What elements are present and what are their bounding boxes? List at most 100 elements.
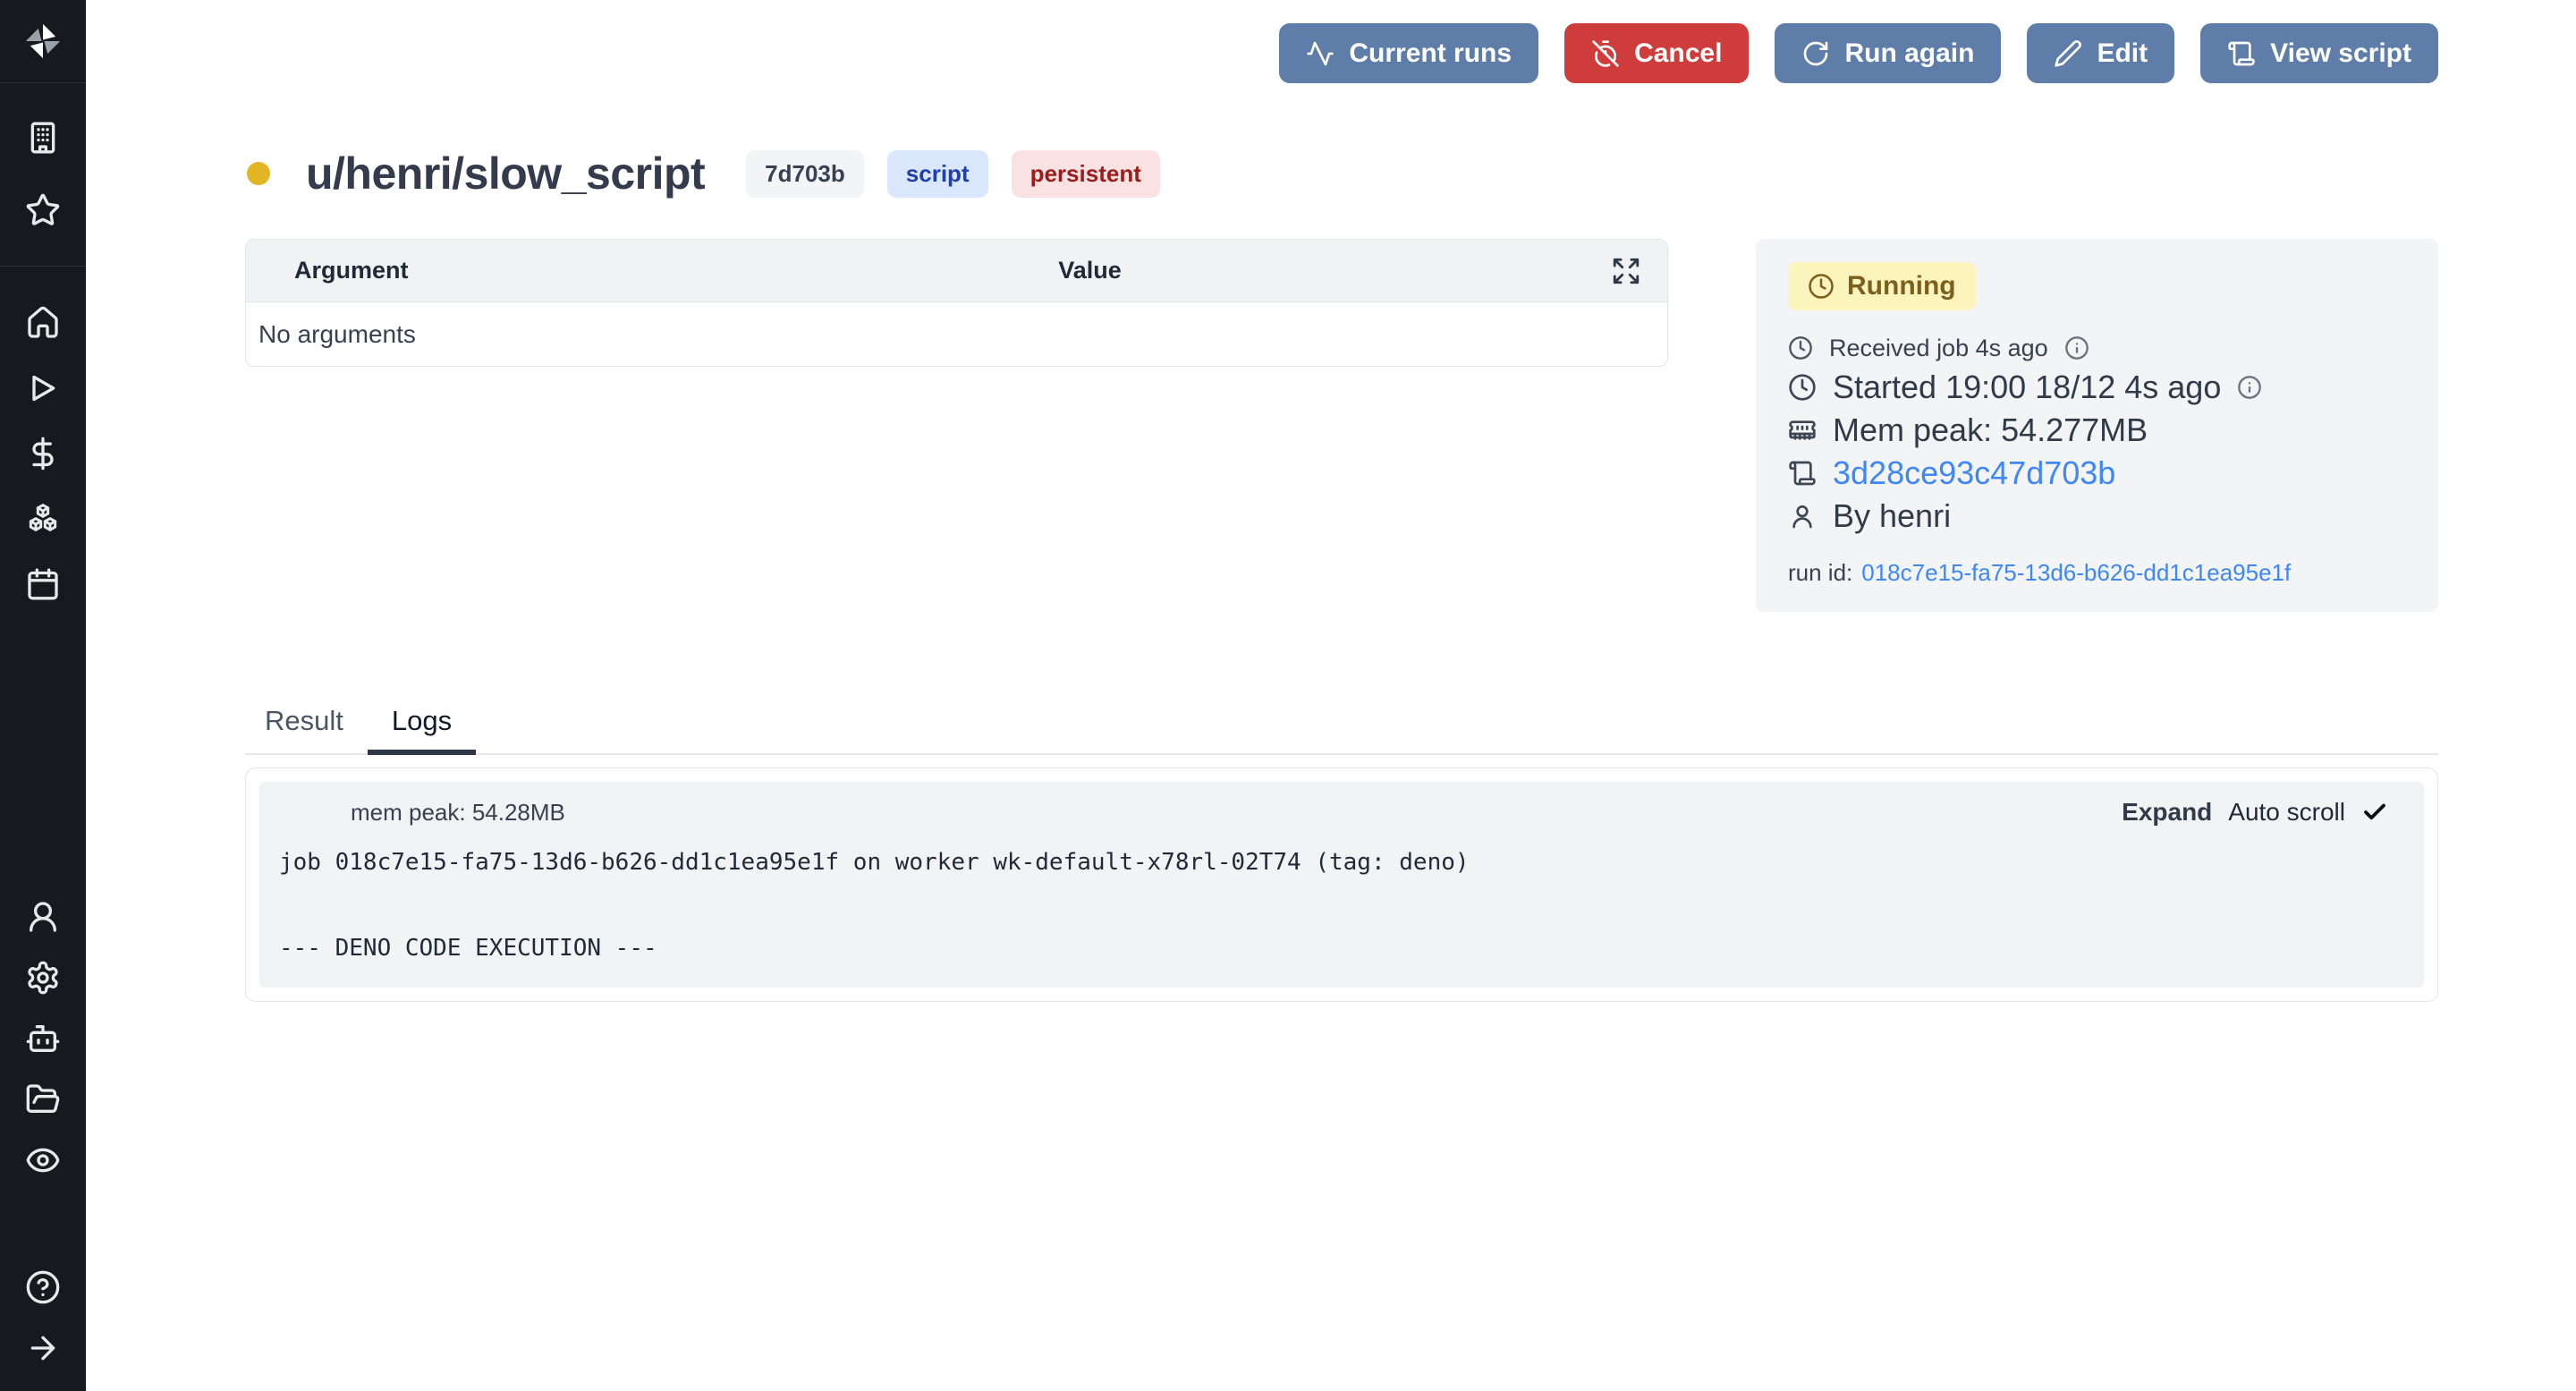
running-status-label: Running — [1847, 271, 1956, 301]
app-window: Current runs Cancel Run again Edit View … — [0, 0, 2576, 1391]
sidebar-item-resources[interactable] — [0, 486, 86, 551]
logs-controls: Expand Auto scroll — [2122, 798, 2404, 827]
tab-result[interactable]: Result — [245, 705, 368, 753]
edit-label: Edit — [2097, 38, 2148, 69]
result-logs-tabs: Result Logs — [245, 705, 2438, 755]
robot-icon — [25, 1021, 61, 1056]
building-icon — [25, 120, 61, 156]
sidebar-item-help[interactable] — [0, 1257, 86, 1318]
sidebar-item-folders[interactable] — [0, 1069, 86, 1130]
logs-card: mem peak: 54.28MB Expand Auto scroll job… — [245, 768, 2438, 1002]
run-status-panel: Running Received job 4s ago Started 19:0… — [1756, 239, 2438, 612]
current-runs-button[interactable]: Current runs — [1279, 23, 1538, 83]
mem-peak-text: Mem peak: 54.277MB — [1833, 411, 2148, 449]
triggered-by-text: By henri — [1833, 497, 1951, 535]
scroll-icon — [1788, 459, 1817, 488]
log-line — [279, 884, 2404, 927]
main-content: Current runs Cancel Run again Edit View … — [86, 0, 2576, 1391]
received-job-row: Received job 4s ago — [1788, 330, 2406, 366]
page-title: u/henri/slow_script — [306, 148, 705, 199]
logs-expand-button[interactable]: Expand — [2122, 798, 2212, 827]
info-icon[interactable] — [2064, 335, 2089, 360]
boxes-icon — [25, 501, 61, 537]
arguments-empty-row: No arguments — [246, 302, 1667, 366]
home-icon — [25, 305, 61, 341]
log-line: --- DENO CODE EXECUTION --- — [279, 927, 2404, 970]
sidebar-item-settings[interactable] — [0, 947, 86, 1008]
run-id-link[interactable]: 018c7e15-fa75-13d6-b626-dd1c1ea95e1f — [1861, 559, 2291, 587]
cancel-button[interactable]: Cancel — [1564, 23, 1749, 83]
expand-icon — [1611, 256, 1641, 286]
folder-open-icon — [25, 1081, 61, 1117]
log-line: job 018c7e15-fa75-13d6-b626-dd1c1ea95e1f… — [279, 841, 2404, 884]
eye-icon — [25, 1142, 61, 1178]
play-icon — [25, 370, 61, 406]
status-dot — [247, 162, 270, 185]
log-output: job 018c7e15-fa75-13d6-b626-dd1c1ea95e1f… — [279, 841, 2404, 970]
arrow-right-icon — [25, 1330, 61, 1366]
sidebar-expand-toggle[interactable] — [0, 1318, 86, 1378]
tab-logs[interactable]: Logs — [368, 705, 476, 753]
argument-column-header: Argument — [246, 257, 595, 284]
script-hash-row: 3d28ce93c47d703b — [1788, 452, 2406, 495]
logs-panel: mem peak: 54.28MB Expand Auto scroll job… — [259, 782, 2424, 988]
help-circle-icon — [25, 1269, 61, 1305]
run-overview-row: Argument Value No arguments Running Rece… — [245, 239, 2438, 612]
clock-icon — [1788, 335, 1813, 360]
logs-mem-peak: mem peak: 54.28MB — [351, 799, 565, 827]
refresh-icon — [1801, 39, 1830, 68]
view-script-button[interactable]: View script — [2200, 23, 2438, 83]
sidebar-item-workspace[interactable] — [0, 105, 86, 170]
clock-icon — [1788, 373, 1817, 402]
sidebar-item-home[interactable] — [0, 290, 86, 355]
user-icon — [25, 899, 61, 935]
action-toolbar: Current runs Cancel Run again Edit View … — [245, 23, 2438, 83]
arguments-table: Argument Value No arguments — [245, 239, 1668, 367]
sidebar-item-schedules[interactable] — [0, 551, 86, 616]
current-runs-label: Current runs — [1349, 38, 1512, 69]
hash-badge: 7d703b — [746, 150, 864, 198]
clock-icon — [1808, 273, 1835, 300]
kind-badge: script — [887, 150, 988, 198]
user-icon — [1788, 502, 1817, 530]
calendar-icon — [25, 566, 61, 602]
running-status-badge: Running — [1788, 262, 1976, 310]
pen-icon — [2054, 39, 2082, 68]
timer-off-icon — [1591, 39, 1620, 68]
persistent-badge: persistent — [1012, 150, 1160, 198]
dollar-icon — [25, 436, 61, 471]
received-job-text: Received job 4s ago — [1829, 335, 2048, 362]
star-icon — [25, 192, 61, 228]
started-row: Started 19:00 18/12 4s ago — [1788, 366, 2406, 409]
auto-scroll-label[interactable]: Auto scroll — [2228, 798, 2345, 827]
title-badges: 7d703b script persistent — [746, 150, 1160, 198]
arguments-table-header: Argument Value — [246, 240, 1667, 302]
script-hash-link[interactable]: 3d28ce93c47d703b — [1833, 454, 2115, 492]
auto-scroll-checkbox[interactable] — [2361, 799, 2388, 826]
cancel-label: Cancel — [1634, 38, 1722, 69]
sidebar-item-users[interactable] — [0, 886, 86, 947]
run-id-row: run id: 018c7e15-fa75-13d6-b626-dd1c1ea9… — [1788, 559, 2406, 587]
script-title-row: u/henri/slow_script 7d703b script persis… — [245, 148, 2438, 199]
windmill-logo-icon — [22, 21, 64, 62]
sidebar-admin-nav — [0, 886, 86, 1391]
run-again-button[interactable]: Run again — [1775, 23, 2001, 83]
info-icon[interactable] — [2237, 375, 2262, 400]
triggered-by-row: By henri — [1788, 495, 2406, 538]
activity-icon — [1306, 39, 1335, 68]
sidebar-item-workers[interactable] — [0, 1008, 86, 1069]
windmill-logo[interactable] — [0, 0, 86, 83]
sidebar-item-runs[interactable] — [0, 355, 86, 420]
value-column-header: Value — [595, 257, 1585, 284]
scroll-icon — [2227, 39, 2256, 68]
sidebar-item-variables[interactable] — [0, 420, 86, 486]
run-again-label: Run again — [1844, 38, 1974, 69]
expand-table-button[interactable] — [1585, 256, 1667, 286]
mem-peak-row: Mem peak: 54.277MB — [1788, 409, 2406, 452]
sidebar-item-audit-logs[interactable] — [0, 1130, 86, 1191]
sidebar — [0, 0, 86, 1391]
edit-button[interactable]: Edit — [2027, 23, 2174, 83]
sidebar-item-favorites[interactable] — [0, 177, 86, 242]
sidebar-workspace-group — [0, 105, 86, 267]
sidebar-main-nav — [0, 290, 86, 616]
